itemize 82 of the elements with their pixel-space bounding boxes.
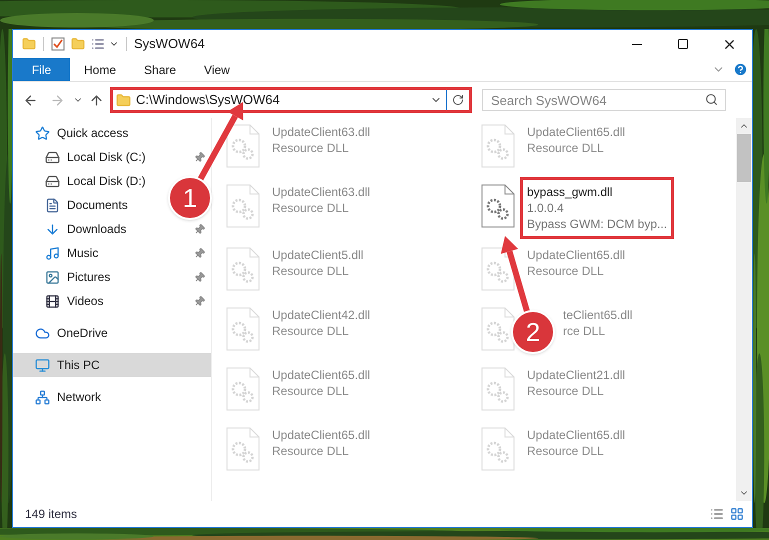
address-path: C:\Windows\SysWOW64 bbox=[136, 91, 280, 110]
dll-file-icon bbox=[481, 184, 515, 228]
file-detail: rce DLL bbox=[563, 323, 606, 339]
scroll-thumb[interactable] bbox=[737, 134, 751, 182]
nav-item[interactable]: Network bbox=[13, 385, 211, 409]
details-view-icon[interactable] bbox=[710, 507, 724, 521]
dll-file-icon bbox=[226, 247, 260, 291]
file-detail: Resource DLL bbox=[272, 140, 350, 156]
dll-file-icon bbox=[481, 307, 515, 351]
music-note-icon bbox=[45, 246, 60, 260]
nav-item[interactable]: OneDrive bbox=[13, 321, 211, 345]
document-icon bbox=[45, 198, 60, 212]
search-field[interactable]: Search SysWOW64 bbox=[482, 89, 726, 111]
nav-item[interactable]: Downloads bbox=[13, 217, 126, 241]
dll-file-icon bbox=[226, 307, 260, 351]
monitor-icon bbox=[35, 358, 50, 372]
nav-item[interactable]: Videos bbox=[13, 289, 104, 313]
file-name: UpdateClient5.dll bbox=[272, 247, 364, 263]
file-name: UpdateClient65.dll bbox=[272, 367, 370, 383]
file-name: UpdateClient65.dll bbox=[527, 427, 626, 443]
highlighted-file-details[interactable]: bypass_gwm.dll 1.0.0.4 Bypass GWM: DCM byp... bbox=[527, 184, 668, 232]
file-name: UpdateClient63.dll bbox=[272, 184, 370, 200]
dll-file-icon bbox=[226, 367, 260, 411]
nav-item[interactable]: Quick access bbox=[13, 121, 211, 145]
dll-file-icon bbox=[226, 124, 260, 168]
file-name: bypass_gwm.dll bbox=[527, 184, 614, 200]
search-icon bbox=[705, 93, 718, 106]
file-name: UpdateClient65.dll bbox=[527, 124, 626, 140]
nav-item[interactable]: Local Disk (C:) bbox=[13, 145, 146, 169]
ribbon-tab[interactable]: View bbox=[190, 58, 244, 81]
file-detail: Resource DLL bbox=[272, 200, 350, 216]
file-detail: Resource DLL bbox=[272, 323, 350, 339]
item-count: 149 items bbox=[25, 506, 78, 523]
file-detail: Resource DLL bbox=[527, 140, 605, 156]
scrollbar[interactable] bbox=[736, 118, 752, 501]
file-detail: Resource DLL bbox=[527, 443, 605, 459]
dll-file-icon bbox=[481, 367, 515, 411]
dll-file-icon bbox=[481, 124, 515, 168]
file-name: UpdateClient65.dll bbox=[527, 247, 626, 263]
file-detail: Resource DLL bbox=[272, 443, 350, 459]
file-detail: Resource DLL bbox=[527, 263, 605, 279]
properties-icon[interactable] bbox=[91, 37, 105, 51]
down-arrow-icon bbox=[45, 222, 60, 236]
drive-icon bbox=[45, 150, 60, 164]
back-icon[interactable] bbox=[23, 92, 38, 108]
file-name: UpdateClient63.dll bbox=[272, 124, 370, 140]
cloud-icon bbox=[35, 326, 50, 340]
picture-icon bbox=[45, 270, 60, 284]
file-detail: Bypass GWM: DCM byp... bbox=[527, 216, 668, 232]
dll-file-icon bbox=[481, 427, 515, 471]
refresh-icon[interactable] bbox=[452, 94, 464, 106]
file-detail: Resource DLL bbox=[527, 383, 605, 399]
star-icon bbox=[35, 126, 50, 140]
folder-icon bbox=[116, 92, 131, 108]
file-detail: Resource DLL bbox=[272, 263, 350, 279]
ribbon-tab[interactable]: Share bbox=[130, 58, 190, 81]
file-detail: 1.0.0.4 bbox=[527, 200, 565, 216]
dll-file-icon bbox=[226, 184, 260, 228]
film-icon bbox=[45, 294, 60, 308]
file-detail: Resource DLL bbox=[272, 383, 350, 399]
nav-item[interactable]: Documents bbox=[13, 193, 128, 217]
maximize-icon bbox=[677, 38, 689, 50]
nav-item[interactable]: Music bbox=[13, 241, 98, 265]
dll-file-icon bbox=[481, 247, 515, 291]
dll-file-icon bbox=[226, 427, 260, 471]
up-icon[interactable] bbox=[89, 92, 104, 108]
help-icon[interactable] bbox=[733, 62, 748, 77]
ribbon-tab[interactable]: Home bbox=[70, 58, 130, 81]
address-bar[interactable]: C:\Windows\SysWOW64 bbox=[110, 87, 472, 113]
tiles-view-icon[interactable] bbox=[730, 507, 744, 521]
drive-icon bbox=[45, 174, 60, 188]
checkmark-icon[interactable] bbox=[51, 37, 65, 51]
file-name: UpdateClient21.dll bbox=[527, 367, 626, 383]
window-title: SysWOW64 bbox=[134, 35, 205, 54]
file-tab[interactable]: File bbox=[13, 58, 70, 81]
nav-item[interactable]: Local Disk (D:) bbox=[13, 169, 146, 193]
nav-item[interactable]: Pictures bbox=[13, 265, 110, 289]
file-name: UpdateClient65.dll bbox=[272, 427, 370, 443]
network-icon bbox=[35, 390, 50, 404]
nav-item[interactable]: This PC bbox=[13, 353, 211, 377]
file-name: UpdateClient42.dll bbox=[272, 307, 370, 323]
file-name: teClient65.dll bbox=[563, 307, 632, 323]
